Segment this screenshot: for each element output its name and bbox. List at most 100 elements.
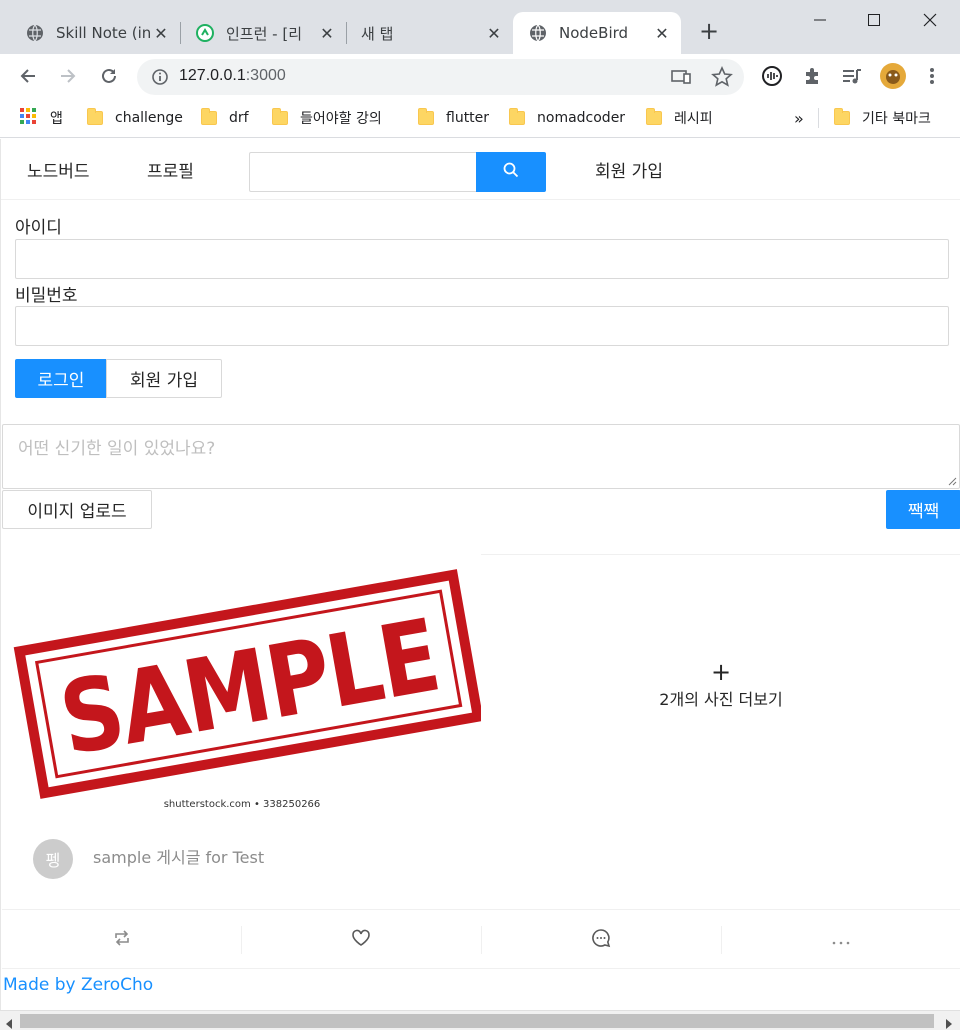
post-content: sample 게시글 for Test — [93, 848, 265, 867]
bookmark-folder[interactable]: drf — [201, 106, 249, 130]
bookmark-label: 레시피 — [674, 111, 713, 127]
tab-title: Skill Note (in — [56, 24, 150, 42]
menu-signup[interactable]: 회원 가입 — [595, 157, 663, 182]
signup-button[interactable]: 회원 가입 — [106, 359, 222, 398]
browser-tab[interactable]: 인프런 - [리 ✕ — [170, 12, 346, 54]
top-menu: 노드버드 프로필 회원 가입 — [1, 139, 960, 200]
like-button[interactable] — [241, 910, 481, 969]
plus-icon: + — [710, 658, 732, 686]
author-avatar[interactable]: 펭 — [33, 839, 73, 879]
tab-title: 인프런 - [리 — [226, 24, 303, 43]
folder-icon — [418, 108, 434, 125]
folder-icon — [201, 108, 217, 125]
id-label: 아이디 — [15, 218, 62, 238]
heart-icon — [351, 929, 371, 951]
sample-stamp: SAMPLE — [13, 569, 484, 799]
browser-toolbar: 127.0.0.1:3000 — [0, 54, 960, 98]
browser-tab[interactable]: Skill Note (in ✕ — [0, 12, 180, 54]
post-textarea[interactable]: 어떤 신기한 일이 있었나요? — [2, 424, 960, 489]
profile-avatar[interactable] — [879, 62, 907, 90]
bookmark-folder[interactable]: challenge — [87, 106, 183, 130]
media-control-icon[interactable] — [840, 64, 864, 88]
back-arrow-icon[interactable] — [16, 64, 40, 88]
bookmark-label: challenge — [115, 110, 183, 126]
bookmark-folder[interactable]: 레시피 — [646, 106, 713, 130]
bookmark-folder[interactable]: nomadcoder — [509, 106, 625, 130]
folder-icon — [646, 108, 662, 125]
image-caption: shutterstock.com • 338250266 — [164, 799, 321, 810]
folder-icon — [87, 108, 103, 125]
globe-icon — [26, 24, 44, 42]
bookmarks-bar: 앱 challenge drf 들어야할 강의 flutter nomadcod… — [0, 98, 960, 138]
cast-icon[interactable] — [670, 68, 692, 90]
tweet-submit-button[interactable]: 짹짹 — [886, 490, 960, 529]
browser-tab[interactable]: 새 탭 ✕ — [335, 12, 513, 54]
menu-home[interactable]: 노드버드 — [27, 157, 90, 182]
bookmark-label: nomadcoder — [537, 110, 626, 126]
footer-link[interactable]: Made by ZeroCho — [3, 975, 153, 995]
menu-profile[interactable]: 프로필 — [147, 157, 194, 182]
info-icon[interactable] — [151, 68, 169, 90]
folder-icon — [272, 108, 288, 125]
scrollbar-thumb[interactable] — [20, 1014, 934, 1028]
search-icon — [503, 162, 519, 182]
bookmark-label: 앱 — [50, 111, 63, 127]
bookmark-label: flutter — [446, 110, 490, 126]
scroll-left-icon[interactable] — [4, 1015, 14, 1034]
resize-handle-icon[interactable] — [947, 476, 957, 486]
browser-tab-active[interactable]: NodeBird ✕ — [513, 12, 681, 54]
kebab-menu-icon[interactable] — [920, 64, 944, 88]
forward-arrow-icon[interactable] — [56, 64, 80, 88]
address-bar[interactable]: 127.0.0.1:3000 — [137, 59, 744, 95]
bookmark-apps[interactable]: 앱 — [20, 106, 63, 130]
puzzle-icon[interactable] — [800, 64, 824, 88]
bookmark-label: drf — [229, 110, 249, 126]
id-field[interactable] — [15, 239, 949, 279]
retweet-button[interactable] — [2, 910, 241, 969]
search-button[interactable] — [476, 152, 546, 192]
message-icon — [591, 928, 611, 952]
browser-tab-strip: Skill Note (in ✕ 인프런 - [리 ✕ 새 탭 ✕ NodeBi… — [0, 0, 960, 54]
close-icon[interactable]: ✕ — [150, 24, 172, 43]
close-icon[interactable]: ✕ — [651, 24, 673, 43]
ellipsis-icon — [832, 930, 850, 949]
close-icon[interactable]: ✕ — [483, 24, 505, 43]
more-options-button[interactable] — [721, 910, 960, 969]
star-icon[interactable] — [711, 66, 733, 92]
bookmark-folder[interactable]: 들어야할 강의 — [272, 106, 382, 130]
bookmark-label: 기타 북마크 — [862, 111, 931, 127]
tab-title: 새 탭 — [361, 24, 394, 43]
post-placeholder: 어떤 신기한 일이 있었나요? — [18, 439, 216, 459]
reload-icon[interactable] — [97, 64, 121, 88]
globe-icon — [529, 24, 547, 42]
bookmark-divider — [818, 108, 819, 128]
apps-grid-icon — [20, 108, 36, 128]
maximize-icon[interactable] — [862, 8, 886, 32]
minimize-icon[interactable] — [808, 8, 832, 32]
password-field[interactable] — [15, 306, 949, 346]
bookmark-folder[interactable]: flutter — [418, 106, 489, 130]
post-actions — [2, 909, 960, 969]
url-text: 127.0.0.1:3000 — [179, 67, 286, 85]
retweet-icon — [113, 929, 131, 950]
login-button[interactable]: 로그인 — [15, 359, 107, 398]
post-image[interactable]: SAMPLE shutterstock.com • 338250266 — [2, 555, 484, 815]
new-tab-button[interactable]: + — [697, 19, 721, 44]
password-label: 비밀번호 — [15, 286, 78, 306]
scroll-right-icon[interactable] — [944, 1015, 954, 1034]
search-input[interactable] — [249, 152, 477, 192]
comment-button[interactable] — [481, 910, 721, 969]
bookmarks-overflow-button[interactable]: » — [794, 106, 804, 130]
bookmark-other[interactable]: 기타 북마크 — [834, 106, 931, 130]
close-window-icon[interactable] — [918, 8, 942, 32]
folder-icon — [834, 108, 850, 125]
bookmark-label: 들어야할 강의 — [300, 111, 382, 127]
bookmark-label: » — [794, 108, 804, 128]
more-photos-label: 2개의 사진 더보기 — [659, 690, 783, 709]
image-upload-button[interactable]: 이미지 업로드 — [2, 490, 152, 529]
folder-icon — [509, 108, 525, 125]
audio-extension-icon[interactable] — [760, 64, 784, 88]
tab-title: NodeBird — [559, 24, 629, 42]
horizontal-scrollbar[interactable] — [0, 1010, 960, 1030]
more-photos-button[interactable]: + 2개의 사진 더보기 — [481, 555, 960, 815]
